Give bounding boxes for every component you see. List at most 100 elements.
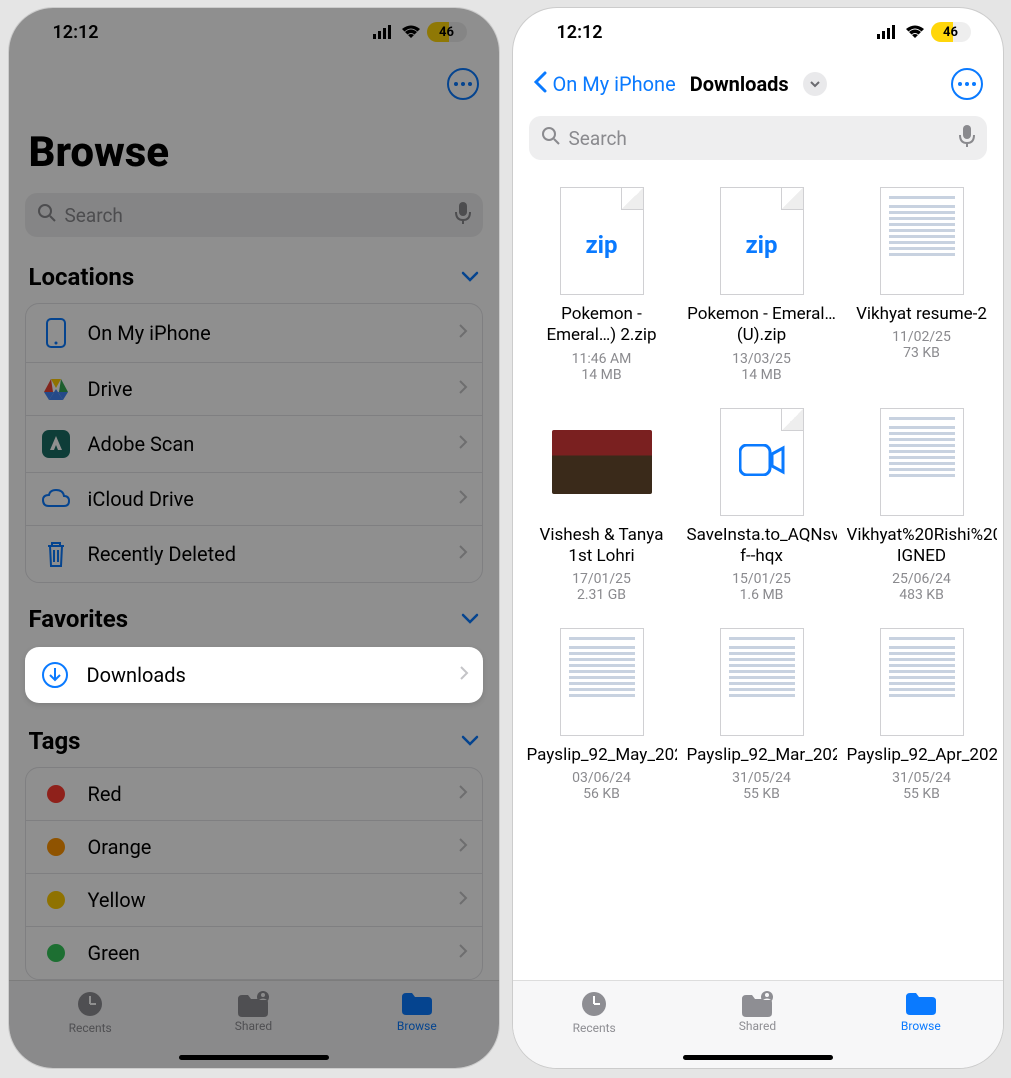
chevron-right-icon xyxy=(458,544,468,564)
file-name: Payslip_92_Mar_2024 xyxy=(687,745,837,766)
microphone-icon[interactable] xyxy=(959,125,975,151)
file-date: 25/06/24 xyxy=(892,571,951,587)
tab-shared[interactable]: Shared xyxy=(173,989,335,1033)
location-icloud-drive[interactable]: iCloud Drive xyxy=(26,472,482,525)
file-name: Payslip_92_Apr_2024 xyxy=(847,745,997,766)
file-thumbnail xyxy=(712,627,812,737)
trash-icon xyxy=(40,540,72,568)
file-size: 73 KB xyxy=(903,345,940,361)
tab-shared[interactable]: Shared xyxy=(677,989,839,1033)
status-bar: 12:12 46 xyxy=(513,8,1003,56)
location-recently-deleted[interactable]: Recently Deleted xyxy=(26,525,482,582)
file-item[interactable]: Vishesh & Tanya 1st Lohri 17/01/252.31 GB xyxy=(527,407,677,604)
file-name: Payslip_92_May_2024 xyxy=(527,745,677,766)
file-item[interactable]: Vikhyat%20Rishi%20-…IGNED 25/06/24483 KB xyxy=(847,407,997,604)
page-title: Browse xyxy=(9,108,499,185)
tag-dot-icon xyxy=(47,785,65,803)
tag-row[interactable]: Orange xyxy=(26,820,482,873)
home-indicator[interactable] xyxy=(683,1055,833,1060)
file-thumbnail xyxy=(872,407,972,517)
battery-indicator: 46 xyxy=(427,22,467,42)
more-options-button[interactable] xyxy=(447,68,479,100)
file-item[interactable]: zip Pokemon - Emeral…) 2.zip 11:46 AM14 MB xyxy=(527,186,677,383)
file-name: Pokemon - Emeral…(U).zip xyxy=(687,304,837,347)
status-time: 12:12 xyxy=(557,22,603,43)
file-date: 17/01/25 xyxy=(572,571,631,587)
tags-list: Red Orange Yellow Green xyxy=(25,767,483,980)
adobe-scan-icon xyxy=(40,430,72,458)
file-item[interactable]: zip Pokemon - Emeral…(U).zip 13/03/2514 MB xyxy=(687,186,837,383)
wifi-icon xyxy=(401,25,421,39)
location-on-my-iphone[interactable]: On My iPhone xyxy=(26,304,482,362)
wifi-icon xyxy=(905,25,925,39)
file-name: Vikhyat resume-2 xyxy=(856,304,987,325)
home-indicator[interactable] xyxy=(179,1055,329,1060)
search-input[interactable]: Search xyxy=(529,116,987,160)
file-date: 11/02/25 xyxy=(892,329,951,345)
more-options-button[interactable] xyxy=(951,68,983,100)
tab-browse[interactable]: Browse xyxy=(840,989,1002,1033)
tag-dot-icon xyxy=(47,838,65,856)
chevron-right-icon xyxy=(458,323,468,343)
tag-row[interactable]: Green xyxy=(26,926,482,979)
file-item[interactable]: Payslip_92_May_202403/06/2456 KB xyxy=(527,627,677,802)
back-button[interactable] xyxy=(533,71,547,97)
file-date: 03/06/24 xyxy=(572,770,631,786)
tag-dot-icon xyxy=(47,891,65,909)
file-size: 14 MB xyxy=(741,367,781,383)
location-adobe-scan[interactable]: Adobe Scan xyxy=(26,415,482,472)
tab-recents[interactable]: Recents xyxy=(9,989,171,1035)
back-label[interactable]: On My iPhone xyxy=(553,72,676,96)
download-icon xyxy=(39,661,71,689)
file-thumbnail: zip xyxy=(712,186,812,296)
file-thumbnail xyxy=(712,407,812,517)
file-date: 13/03/25 xyxy=(732,351,791,367)
chevron-right-icon xyxy=(458,379,468,399)
cellular-signal-icon xyxy=(877,25,899,39)
file-name: Vishesh & Tanya 1st Lohri xyxy=(527,525,677,568)
file-item[interactable]: Payslip_92_Mar_2024 31/05/2455 KB xyxy=(687,627,837,802)
location-drive[interactable]: Drive xyxy=(26,362,482,415)
status-bar: 12:12 46 xyxy=(9,8,499,56)
favorites-section-header[interactable]: Favorites xyxy=(9,587,499,641)
folder-dropdown[interactable] xyxy=(803,72,827,96)
file-date: 31/05/24 xyxy=(732,770,791,786)
microphone-icon[interactable] xyxy=(455,202,471,228)
file-thumbnail xyxy=(552,407,652,517)
tab-browse[interactable]: Browse xyxy=(336,989,498,1033)
file-item[interactable]: Vikhyat resume-2 11/02/2573 KB xyxy=(847,186,997,383)
file-size: 55 KB xyxy=(903,786,940,802)
file-item[interactable]: Payslip_92_Apr_2024 31/05/2455 KB xyxy=(847,627,997,802)
search-input[interactable]: Search xyxy=(25,193,483,237)
file-thumbnail xyxy=(872,186,972,296)
locations-section-header[interactable]: Locations xyxy=(9,245,499,299)
file-name: Vikhyat%20Rishi%20-…IGNED xyxy=(847,525,997,568)
tag-row[interactable]: Yellow xyxy=(26,873,482,926)
file-size: 14 MB xyxy=(581,367,621,383)
file-thumbnail: zip xyxy=(552,186,652,296)
chevron-right-icon xyxy=(459,665,469,685)
cellular-signal-icon xyxy=(373,25,395,39)
chevron-down-icon xyxy=(461,732,479,751)
file-size: 55 KB xyxy=(743,786,780,802)
tab-recents[interactable]: Recents xyxy=(513,989,675,1035)
file-name: Pokemon - Emeral…) 2.zip xyxy=(527,304,677,347)
search-placeholder: Search xyxy=(65,204,455,227)
tags-section-header[interactable]: Tags xyxy=(9,709,499,763)
downloads-screen: 12:12 46 On My iPhone Downloads xyxy=(513,8,1003,1068)
file-date: 31/05/24 xyxy=(892,770,951,786)
favorite-downloads[interactable]: Downloads xyxy=(25,647,483,703)
tag-row[interactable]: Red xyxy=(26,768,482,820)
search-placeholder: Search xyxy=(569,127,959,150)
chevron-right-icon xyxy=(458,489,468,509)
search-icon xyxy=(541,126,561,150)
file-name: SaveInsta.to_AQNsvs3…f--hqx xyxy=(687,525,837,568)
file-thumbnail xyxy=(872,627,972,737)
search-icon xyxy=(37,203,57,227)
locations-list: On My iPhone Drive Adobe Scan iCloud Dri… xyxy=(25,303,483,583)
file-item[interactable]: SaveInsta.to_AQNsvs3…f--hqx15/01/251.6 M… xyxy=(687,407,837,604)
file-size: 2.31 GB xyxy=(577,587,626,603)
file-date: 11:46 AM xyxy=(572,351,632,367)
icloud-icon xyxy=(40,488,72,510)
file-size: 483 KB xyxy=(899,587,944,603)
